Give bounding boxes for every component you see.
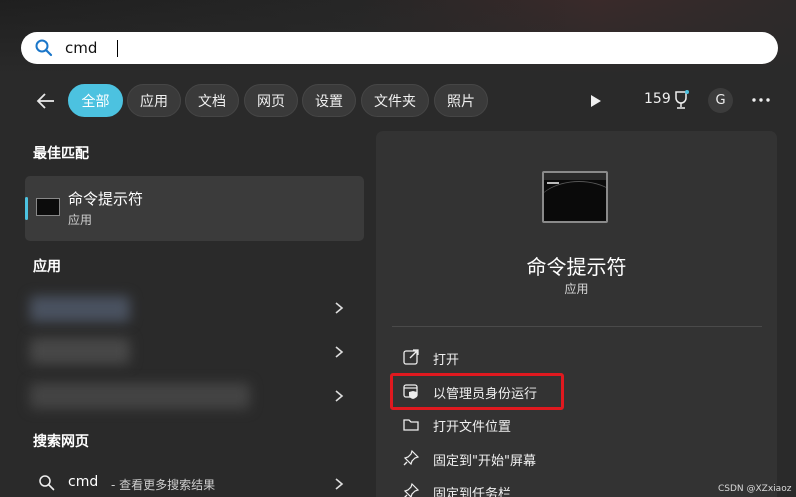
search-web-heading: 搜索网页 — [33, 434, 89, 450]
best-match-name: 命令提示符 — [68, 190, 144, 208]
best-match-type: 应用 — [68, 213, 93, 227]
search-input[interactable] — [65, 36, 715, 60]
rewards-icon[interactable] — [671, 89, 691, 111]
account-avatar[interactable]: G — [708, 88, 733, 113]
tab-web[interactable]: 网页 — [244, 84, 298, 117]
rewards-points: 159 — [644, 91, 671, 107]
apps-heading: 应用 — [33, 259, 61, 275]
play-icon[interactable] — [585, 91, 605, 111]
tab-documents[interactable]: 文档 — [185, 84, 239, 117]
chevron-right-icon[interactable] — [334, 345, 344, 359]
tab-apps[interactable]: 应用 — [127, 84, 181, 117]
tab-settings[interactable]: 设置 — [302, 84, 356, 117]
action-label: 打开文件位置 — [433, 420, 512, 435]
pin-icon — [403, 482, 420, 497]
action-label: 固定到"开始"屏幕 — [433, 454, 536, 469]
action-open-file-location[interactable]: 打开文件位置 — [400, 413, 730, 437]
app-result-row[interactable] — [30, 383, 250, 409]
search-icon — [35, 39, 53, 57]
chevron-right-icon[interactable] — [334, 477, 344, 491]
action-pin-to-taskbar[interactable]: 固定到任务栏 — [400, 480, 730, 497]
tab-folders[interactable]: 文件夹 — [361, 84, 429, 117]
web-search-query[interactable]: cmd — [68, 474, 98, 490]
annotation-highlight-box — [390, 373, 564, 410]
detail-app-type: 应用 — [564, 282, 589, 296]
action-pin-to-start[interactable]: 固定到"开始"屏幕 — [400, 447, 730, 471]
selection-indicator — [25, 197, 28, 220]
action-label: 固定到任务栏 — [433, 487, 512, 497]
watermark: CSDN @XZxiaoz — [718, 484, 792, 494]
tab-photos[interactable]: 照片 — [434, 84, 488, 117]
app-result-row[interactable] — [30, 338, 130, 364]
open-external-icon — [403, 349, 419, 365]
back-arrow-icon[interactable] — [33, 88, 59, 114]
folder-icon — [403, 419, 419, 431]
search-box[interactable] — [21, 32, 778, 64]
detail-app-name: 命令提示符 — [526, 255, 627, 279]
more-options-icon[interactable] — [750, 92, 772, 108]
web-search-hint: - 查看更多搜索结果 — [111, 478, 216, 492]
command-prompt-large-icon — [542, 171, 608, 223]
best-match-heading: 最佳匹配 — [33, 146, 89, 162]
app-result-row[interactable] — [30, 296, 130, 322]
action-label: 打开 — [433, 353, 460, 368]
text-caret — [117, 40, 118, 57]
chevron-right-icon[interactable] — [334, 389, 344, 403]
tab-all[interactable]: 全部 — [68, 84, 123, 117]
divider — [392, 326, 762, 327]
pin-icon — [403, 449, 420, 466]
action-open[interactable]: 打开 — [400, 346, 730, 370]
chevron-right-icon[interactable] — [334, 301, 344, 315]
command-prompt-app-icon — [36, 198, 60, 216]
search-icon — [39, 475, 55, 491]
